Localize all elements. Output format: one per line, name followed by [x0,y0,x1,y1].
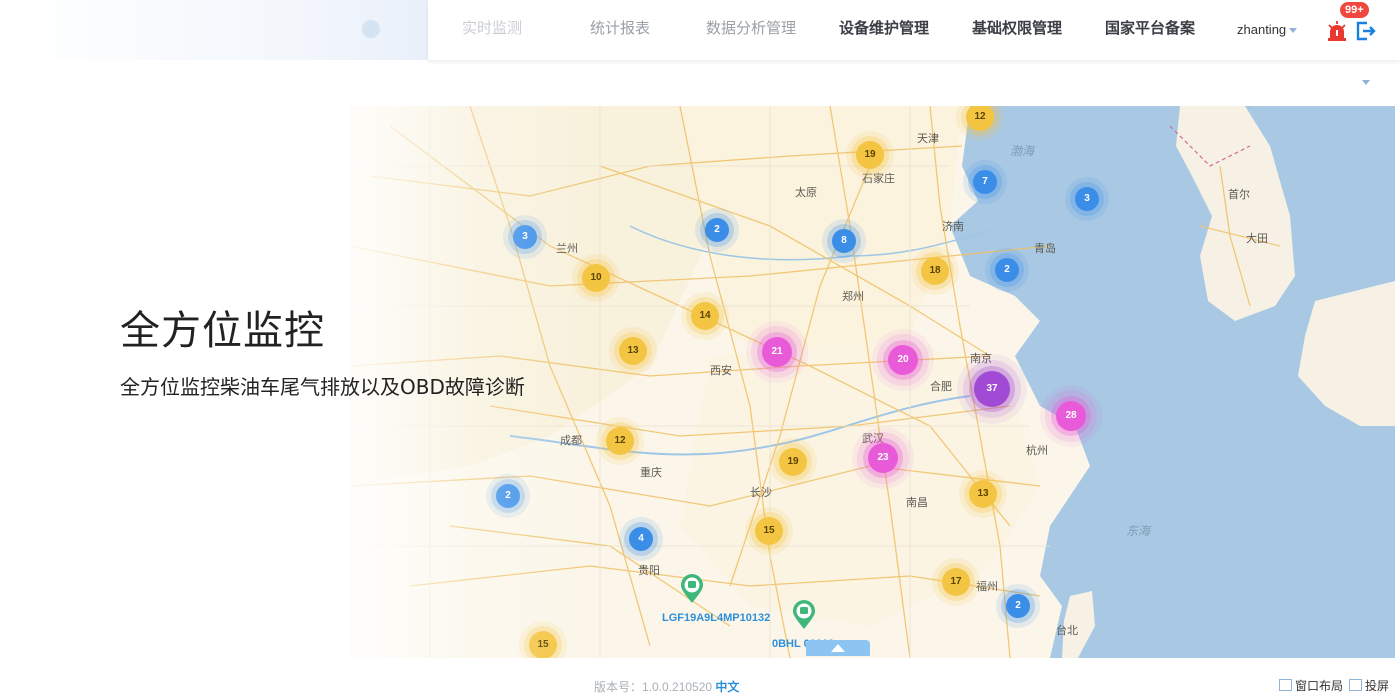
city-label: 福州 [976,581,998,593]
sea-label: 渤海 [1010,144,1035,158]
vehicle-cluster[interactable]: 7 [973,170,997,194]
vehicle-cluster[interactable]: 2 [995,258,1019,282]
logout-icon[interactable] [1354,20,1376,42]
city-label: 西安 [710,365,732,377]
city-label: 成都 [560,435,582,447]
nav-realtime-monitor[interactable]: 实时监测 [462,0,522,60]
vehicle-cluster[interactable]: 19 [856,141,884,169]
vehicle-cluster[interactable]: 17 [942,568,970,596]
vehicle-cluster[interactable]: 8 [832,229,856,253]
city-label: 兰州 [556,243,578,255]
logo-icon [362,20,380,38]
top-bar: 实时监测 统计报表 数据分析管理 设备维护管理 基础权限管理 国家平台备案 zh… [0,0,1400,60]
vehicle-plate-label: LGF19A9L4MP10132 [662,612,771,624]
vehicle-cluster[interactable]: 4 [629,527,653,551]
chevron-down-icon [1289,28,1298,34]
vehicle-cluster[interactable]: 15 [755,517,783,545]
vehicle-cluster[interactable]: 13 [619,337,647,365]
city-label: 杭州 [1026,445,1048,457]
city-label: 首尔 [1228,189,1250,201]
vehicle-cluster[interactable]: 19 [779,448,807,476]
city-label: 石家庄 [862,173,895,185]
city-label: 青岛 [1034,243,1056,255]
user-menu[interactable]: zhanting [1237,22,1298,37]
alarm-count-badge: 99+ [1340,2,1369,18]
vehicle-cluster[interactable]: 12 [606,427,634,455]
nav-national-platform[interactable]: 国家平台备案 [1105,0,1195,60]
vehicle-cluster[interactable]: 21 [762,337,792,367]
cast-label: 投屏 [1365,679,1390,693]
vehicle-cluster[interactable]: 13 [969,480,997,508]
city-label: 太原 [795,187,817,199]
window-layout-label: 窗口布局 [1295,679,1344,693]
vehicle-cluster[interactable]: 2 [496,484,520,508]
city-label: 长沙 [750,487,772,499]
vehicle-cluster[interactable]: 3 [1075,187,1099,211]
cast-screen-button[interactable]: 投屏 [1349,677,1389,694]
city-label: 重庆 [640,467,662,479]
vehicle-cluster[interactable]: 2 [1006,594,1030,618]
city-label: 台北 [1056,625,1078,637]
layout-icon [1279,679,1292,691]
vehicle-cluster[interactable]: 15 [529,631,557,658]
city-label: 大田 [1246,233,1268,245]
version-label: 版本号：1.0.0.210520 [594,680,713,694]
city-label: 济南 [942,221,964,233]
city-label: 南京 [970,353,992,365]
vehicle-cluster[interactable]: 20 [888,345,918,375]
vehicle-cluster[interactable]: 18 [921,257,949,285]
hero-title: 全方位监控 [120,308,325,354]
sea-label: 东海 [1126,524,1151,538]
city-label: 郑州 [842,291,864,303]
language-switch[interactable]: 中文 [715,680,739,694]
chevron-down-icon[interactable] [1362,80,1370,85]
logo-area [0,0,428,60]
version-info: 版本号：1.0.0.210520 中文 [594,678,739,695]
vehicle-cluster[interactable]: 14 [691,302,719,330]
vehicle-cluster[interactable]: 2 [705,218,729,242]
collapse-panel-button[interactable] [806,640,870,656]
hero-subtitle: 全方位监控柴油车尾气排放以及OBD故障诊断 [120,375,525,399]
vehicle-cluster[interactable]: 10 [582,264,610,292]
city-label: 天津 [917,133,939,145]
nav-statistics-report[interactable]: 统计报表 [590,0,650,60]
city-label: 南昌 [906,497,928,509]
alarm-icon[interactable] [1326,20,1348,42]
bus-marker-icon[interactable] [792,600,816,630]
nav-data-analysis[interactable]: 数据分析管理 [706,0,796,60]
city-label: 合肥 [930,381,952,393]
username: zhanting [1237,22,1287,37]
bus-marker-icon[interactable] [680,574,704,604]
footer: 版本号：1.0.0.210520 中文 窗口布局 投屏 [0,670,1400,700]
app-root: 天津 太原 石家庄 济南 郑州 合肥 南京 武汉 杭州 南昌 福州 长沙 贵阳 … [0,0,1400,700]
cast-icon [1349,679,1362,691]
nav-device-maintenance[interactable]: 设备维护管理 [839,0,929,60]
chevron-up-icon [831,644,845,652]
nav-permission-management[interactable]: 基础权限管理 [972,0,1062,60]
vehicle-cluster[interactable]: 28 [1056,401,1086,431]
window-layout-button[interactable]: 窗口布局 [1279,677,1343,694]
city-label: 贵阳 [638,565,660,577]
vehicle-cluster[interactable]: 3 [513,225,537,249]
vehicle-cluster[interactable]: 23 [868,443,898,473]
vehicle-cluster[interactable]: 37 [974,371,1010,407]
